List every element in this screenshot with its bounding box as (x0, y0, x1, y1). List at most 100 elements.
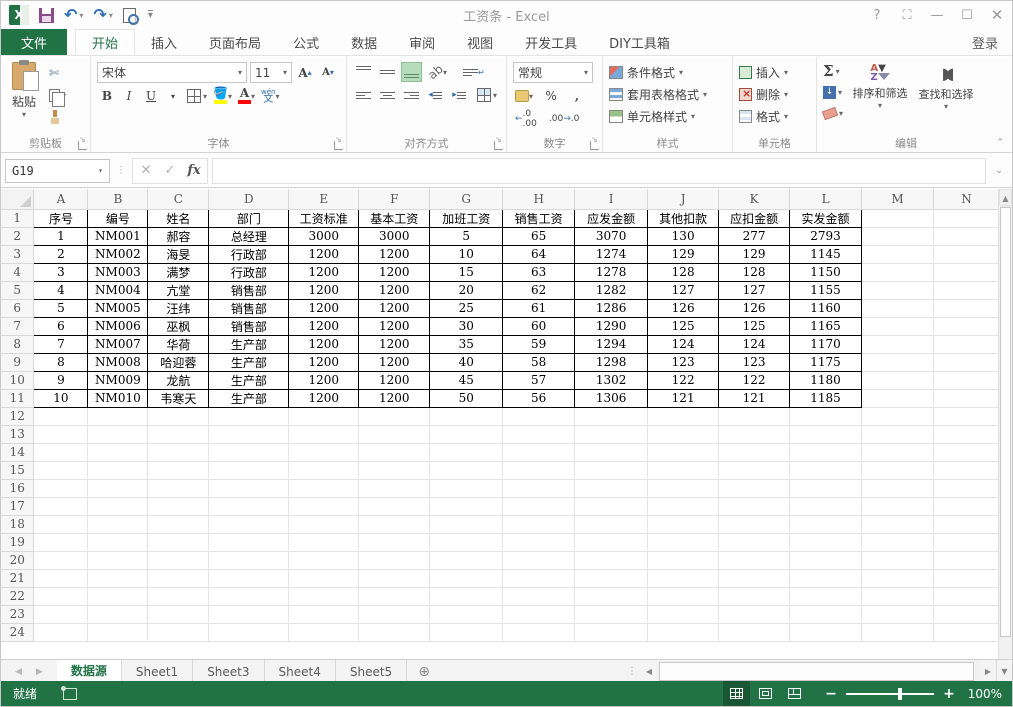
cell-K17[interactable] (718, 497, 791, 516)
cell-K22[interactable] (718, 587, 791, 606)
decrease-decimal-button[interactable]: .00 → .0 (547, 109, 581, 129)
cell-C8[interactable]: 华荷 (147, 334, 210, 354)
cell-K6[interactable]: 126 (718, 298, 791, 318)
cell-F9[interactable]: 1200 (358, 352, 431, 372)
cell-H16[interactable] (502, 479, 576, 498)
cell-B17[interactable] (87, 497, 149, 516)
sign-in-link[interactable]: 登录 (958, 29, 1012, 55)
formula-input[interactable] (212, 157, 986, 184)
cell-B15[interactable] (87, 461, 149, 480)
sheet-nav-right-icon[interactable]: ▶ (36, 667, 43, 677)
cell-I23[interactable] (574, 605, 649, 624)
cell-N7[interactable] (933, 317, 1000, 336)
cell-F7[interactable]: 1200 (358, 316, 431, 336)
cell-M8[interactable] (861, 335, 934, 354)
row-header-20[interactable]: 20 (1, 551, 35, 570)
fill-button[interactable]: ↓ ▾ (821, 83, 845, 101)
phonetic-button[interactable]: wén 文 ▾ (259, 86, 281, 106)
cell-J8[interactable]: 124 (647, 334, 720, 354)
sheet-nav-left-icon[interactable]: ◀ (15, 667, 22, 677)
increase-indent-button[interactable]: ▸ (449, 85, 469, 105)
cell-B24[interactable] (87, 623, 149, 642)
sheet-tab-Sheet4[interactable]: Sheet4 (264, 660, 336, 683)
column-header-F[interactable]: F (358, 189, 431, 210)
cell-J24[interactable] (647, 623, 720, 642)
row-header-8[interactable]: 8 (1, 335, 35, 354)
row-header-6[interactable]: 6 (1, 299, 35, 318)
cell-J3[interactable]: 129 (647, 244, 720, 264)
cell-N2[interactable] (933, 227, 1000, 246)
cell-E8[interactable]: 1200 (288, 334, 360, 354)
cell-B1[interactable]: 编号 (87, 208, 149, 228)
cell-G13[interactable] (429, 425, 504, 444)
row-header-22[interactable]: 22 (1, 587, 35, 606)
cell-M13[interactable] (861, 425, 934, 444)
column-header-H[interactable]: H (502, 189, 576, 210)
cell-D15[interactable] (208, 461, 290, 480)
cell-H20[interactable] (502, 551, 576, 570)
tab-页面布局[interactable]: 页面布局 (193, 29, 277, 55)
row-header-23[interactable]: 23 (1, 605, 35, 624)
cell-H8[interactable]: 59 (502, 334, 576, 354)
number-format-select[interactable]: 常规 ▾ (513, 62, 593, 83)
cell-J12[interactable] (647, 407, 720, 426)
cell-I19[interactable] (574, 533, 649, 552)
column-header-I[interactable]: I (574, 189, 649, 210)
cell-N24[interactable] (933, 623, 1000, 642)
cell-C10[interactable]: 龙航 (147, 370, 210, 390)
cell-G12[interactable] (429, 407, 504, 426)
cell-L2[interactable]: 2793 (789, 226, 863, 246)
font-name-select[interactable]: 宋体 ▾ (97, 62, 247, 83)
cell-I20[interactable] (574, 551, 649, 570)
cell-K5[interactable]: 127 (718, 280, 791, 300)
cell-H19[interactable] (502, 533, 576, 552)
cell-M19[interactable] (861, 533, 934, 552)
cell-I14[interactable] (574, 443, 649, 462)
cell-K15[interactable] (718, 461, 791, 480)
cell-D21[interactable] (208, 569, 290, 588)
name-box[interactable]: G19 ▾ (5, 158, 110, 183)
cell-D2[interactable]: 总经理 (208, 226, 290, 246)
cell-G18[interactable] (429, 515, 504, 534)
cell-M18[interactable] (861, 515, 934, 534)
cell-K10[interactable]: 122 (718, 370, 791, 390)
zoom-in-icon[interactable]: + (942, 686, 956, 702)
cell-E1[interactable]: 工资标准 (288, 208, 360, 228)
cell-F15[interactable] (358, 461, 431, 480)
cell-J16[interactable] (647, 479, 720, 498)
tab-数据[interactable]: 数据 (335, 29, 393, 55)
cell-K7[interactable]: 125 (718, 316, 791, 336)
tab-开始[interactable]: 开始 (75, 29, 136, 55)
cell-N13[interactable] (933, 425, 1000, 444)
cell-L17[interactable] (789, 497, 863, 516)
cell-C12[interactable] (147, 407, 210, 426)
cell-G17[interactable] (429, 497, 504, 516)
cell-M9[interactable] (861, 353, 934, 372)
cell-J20[interactable] (647, 551, 720, 570)
format-painter-button[interactable] (47, 108, 68, 126)
cell-H23[interactable] (502, 605, 576, 624)
cell-L3[interactable]: 1145 (789, 244, 863, 264)
cell-styles-button[interactable]: 单元格样式 ▾ (609, 108, 707, 125)
cell-J5[interactable]: 127 (647, 280, 720, 300)
scroll-up-icon[interactable]: ▲ (999, 189, 1012, 206)
cell-N1[interactable] (933, 209, 1000, 228)
cell-A11[interactable]: 10 (33, 388, 89, 408)
cell-C3[interactable]: 海旻 (147, 244, 210, 264)
align-top-button[interactable] (353, 62, 373, 82)
cell-A8[interactable]: 7 (33, 334, 89, 354)
cell-K23[interactable] (718, 605, 791, 624)
sheet-tab-Sheet1[interactable]: Sheet1 (121, 660, 194, 683)
cell-C13[interactable] (147, 425, 210, 444)
cell-A17[interactable] (33, 497, 89, 516)
cell-H2[interactable]: 65 (502, 226, 576, 246)
cell-A22[interactable] (33, 587, 89, 606)
cell-H4[interactable]: 63 (502, 262, 576, 282)
cell-M24[interactable] (861, 623, 934, 642)
cell-F16[interactable] (358, 479, 431, 498)
cell-C23[interactable] (147, 605, 210, 624)
cell-I13[interactable] (574, 425, 649, 444)
row-header-5[interactable]: 5 (1, 281, 35, 300)
cell-M17[interactable] (861, 497, 934, 516)
save-icon[interactable] (37, 4, 56, 26)
